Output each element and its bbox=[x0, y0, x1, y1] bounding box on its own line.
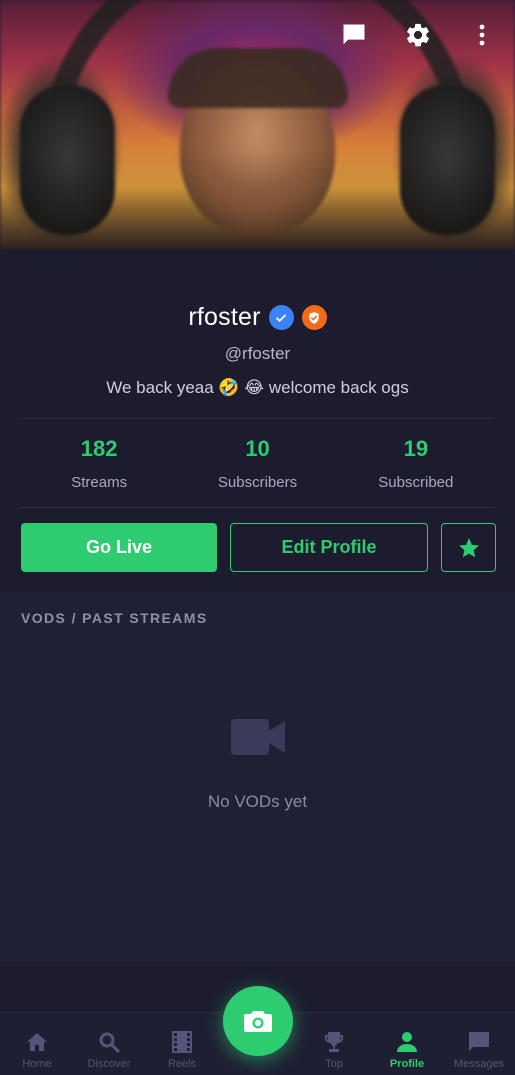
profile-info: rfoster @rfoster We back yeaa 🤣 😂 welcom… bbox=[0, 250, 515, 592]
trophy-icon bbox=[325, 1032, 343, 1052]
divider bbox=[20, 507, 495, 508]
stat-label: Subscribers bbox=[217, 474, 298, 491]
verified-check-icon bbox=[268, 305, 294, 330]
stat-value: 19 bbox=[403, 436, 429, 461]
nav-reels[interactable]: Reels bbox=[146, 1013, 218, 1075]
divider bbox=[20, 418, 495, 419]
display-name: rfoster bbox=[188, 303, 261, 331]
vods-section: VODS / PAST STREAMS No VODs yet bbox=[0, 592, 515, 962]
nav-label: Home bbox=[22, 1058, 52, 1070]
shield-check-icon bbox=[301, 305, 327, 330]
home-icon bbox=[27, 1033, 47, 1051]
favorite-button[interactable] bbox=[441, 523, 496, 572]
nav-label: Messages bbox=[453, 1058, 505, 1070]
nav-messages[interactable]: Messages bbox=[443, 1013, 515, 1075]
profile-actions: Go Live Edit Profile bbox=[21, 523, 496, 572]
user-bio: We back yeaa 🤣 😂 welcome back ogs bbox=[106, 378, 409, 397]
name-row: rfoster bbox=[0, 303, 515, 332]
nav-discover[interactable]: Discover bbox=[73, 1013, 145, 1075]
go-live-button[interactable]: Go Live bbox=[21, 523, 217, 572]
user-handle: @rfoster bbox=[224, 344, 291, 363]
header-actions bbox=[339, 20, 497, 50]
nav-home[interactable]: Home bbox=[1, 1013, 73, 1075]
stats-row: 182 Streams 10 Subscribers 19 Subscribed bbox=[20, 436, 495, 491]
camera-button[interactable] bbox=[223, 986, 293, 1056]
search-icon bbox=[99, 1032, 120, 1053]
stat-value: 10 bbox=[245, 436, 270, 461]
nav-top[interactable]: Top bbox=[298, 1013, 370, 1075]
nav-label: Reels bbox=[167, 1058, 197, 1070]
nav-profile[interactable]: Profile bbox=[371, 1013, 443, 1075]
person-icon bbox=[397, 1032, 417, 1052]
stat-streams[interactable]: 182 Streams bbox=[20, 436, 178, 491]
film-icon bbox=[172, 1031, 192, 1053]
section-title: VODS / PAST STREAMS bbox=[21, 610, 208, 626]
nav-label: Top bbox=[325, 1058, 343, 1070]
star-icon bbox=[458, 537, 479, 557]
empty-state-text: No VODs yet bbox=[207, 792, 308, 811]
gear-icon[interactable] bbox=[403, 20, 433, 50]
nav-label: Discover bbox=[87, 1058, 131, 1070]
edit-profile-button[interactable]: Edit Profile bbox=[230, 523, 428, 572]
more-vertical-icon[interactable] bbox=[467, 20, 497, 50]
stat-subscribers[interactable]: 10 Subscribers bbox=[178, 436, 336, 491]
message-icon bbox=[469, 1032, 489, 1051]
chat-icon[interactable] bbox=[339, 20, 369, 50]
nav-label: Profile bbox=[389, 1058, 425, 1070]
video-camera-icon bbox=[231, 717, 287, 757]
stat-subscribed[interactable]: 19 Subscribed bbox=[337, 436, 495, 491]
camera-icon bbox=[244, 1011, 272, 1032]
stat-label: Streams bbox=[71, 474, 128, 491]
stat-value: 182 bbox=[80, 436, 118, 461]
stat-label: Subscribed bbox=[378, 474, 454, 491]
